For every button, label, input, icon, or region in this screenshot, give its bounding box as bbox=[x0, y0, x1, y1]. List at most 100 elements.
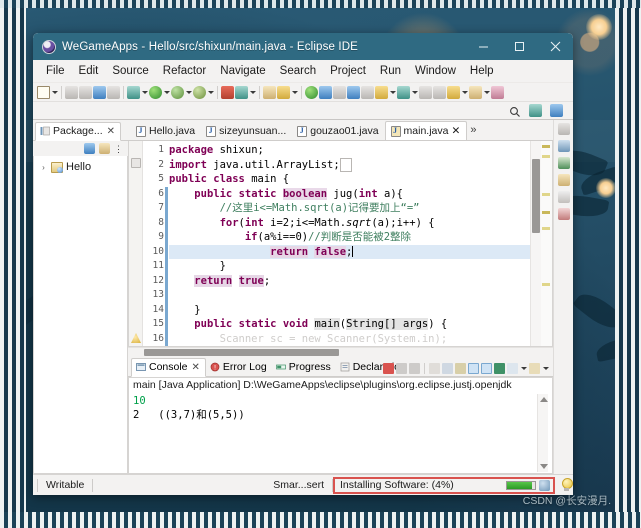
save-icon[interactable] bbox=[65, 85, 78, 99]
type-hierarchy-icon[interactable] bbox=[557, 191, 570, 203]
close-icon[interactable]: ✕ bbox=[452, 125, 461, 137]
outline-view-icon[interactable] bbox=[557, 140, 570, 152]
minimize-button[interactable] bbox=[465, 33, 501, 60]
new-package-icon[interactable] bbox=[235, 85, 248, 99]
scrollbar-thumb[interactable] bbox=[532, 159, 540, 233]
terminal-icon[interactable] bbox=[375, 85, 388, 99]
show-console-icon[interactable] bbox=[481, 363, 492, 374]
tab-progress[interactable]: Progress bbox=[272, 359, 336, 376]
toggle-mark-occurrences-icon[interactable] bbox=[333, 85, 346, 99]
tab-sizeyunsuan[interactable]: sizeyunsuan... bbox=[201, 122, 292, 140]
external-tools-dropdown-icon[interactable] bbox=[411, 86, 418, 99]
run-dropdown-icon[interactable] bbox=[163, 86, 170, 99]
menu-source[interactable]: Source bbox=[105, 62, 155, 80]
scroll-up-icon[interactable] bbox=[540, 397, 548, 402]
code-text-area[interactable]: package shixun; import java.util.ArrayLi… bbox=[169, 141, 530, 346]
terminate-icon[interactable] bbox=[383, 363, 394, 374]
history-dropdown-icon[interactable] bbox=[461, 86, 468, 99]
view-menu-icon[interactable]: ⋮ bbox=[114, 144, 123, 153]
display-selected-icon[interactable] bbox=[494, 363, 505, 374]
new-java-project-icon[interactable] bbox=[221, 85, 234, 99]
package-explorer-tree[interactable]: › Hello bbox=[33, 156, 128, 474]
menu-help[interactable]: Help bbox=[463, 62, 501, 80]
build-dropdown-icon[interactable] bbox=[141, 86, 148, 99]
coverage-icon[interactable] bbox=[193, 85, 206, 99]
scroll-lock-icon[interactable] bbox=[442, 363, 453, 374]
print-icon[interactable] bbox=[93, 85, 106, 99]
close-icon[interactable]: ✕ bbox=[107, 126, 115, 137]
remove-launch-icon[interactable] bbox=[396, 363, 407, 374]
pin-console-icon[interactable] bbox=[468, 363, 479, 374]
forward-icon[interactable] bbox=[433, 85, 446, 99]
terminal-dropdown-icon[interactable] bbox=[389, 86, 396, 99]
minimize-view-icon[interactable] bbox=[557, 123, 570, 135]
remove-all-icon[interactable] bbox=[409, 363, 420, 374]
scroll-down-icon[interactable] bbox=[540, 464, 548, 469]
bookmark-dropdown-icon[interactable] bbox=[483, 86, 490, 99]
clear-console-icon[interactable] bbox=[429, 363, 440, 374]
menu-navigate[interactable]: Navigate bbox=[213, 62, 272, 80]
last-edit-location-icon[interactable] bbox=[447, 85, 460, 99]
search-icon[interactable] bbox=[509, 105, 521, 117]
code-editor[interactable]: 1 2 5 6 7 8 9 10 11 12 13 14 15 16 packa… bbox=[128, 141, 553, 347]
back-icon[interactable] bbox=[419, 85, 432, 99]
collapse-all-icon[interactable] bbox=[84, 143, 95, 154]
build-icon[interactable] bbox=[127, 85, 140, 99]
console-view-menu-icon[interactable] bbox=[542, 362, 549, 375]
previous-annotation-icon[interactable] bbox=[319, 85, 332, 99]
next-annotation-icon[interactable] bbox=[305, 85, 318, 99]
new-wizard-icon[interactable] bbox=[37, 85, 50, 99]
lightbulb-icon[interactable] bbox=[560, 478, 573, 492]
editor-vertical-scrollbar[interactable] bbox=[530, 141, 541, 346]
skip-breakpoints-icon[interactable] bbox=[347, 85, 360, 99]
javadoc-view-icon[interactable] bbox=[557, 174, 570, 186]
maximize-button[interactable] bbox=[501, 33, 537, 60]
marker-ruler[interactable] bbox=[129, 141, 143, 346]
scrollbar-thumb[interactable] bbox=[144, 349, 339, 356]
coverage-dropdown-icon[interactable] bbox=[207, 86, 214, 99]
menu-project[interactable]: Project bbox=[323, 62, 373, 80]
console-output[interactable]: 10 2 ((3,7)和(5,5)) bbox=[128, 393, 553, 474]
open-perspective-icon[interactable] bbox=[529, 104, 542, 117]
search-icon[interactable] bbox=[107, 85, 120, 99]
java-perspective-icon[interactable] bbox=[550, 104, 563, 117]
console-vertical-scrollbar[interactable] bbox=[537, 394, 548, 472]
link-with-editor-icon[interactable] bbox=[99, 143, 110, 154]
new-class-dropdown-icon[interactable] bbox=[249, 86, 256, 99]
menu-search[interactable]: Search bbox=[273, 62, 323, 80]
chevron-right-icon[interactable]: › bbox=[39, 163, 48, 172]
save-all-icon[interactable] bbox=[79, 85, 92, 99]
tab-package-explorer[interactable]: Package... ✕ bbox=[35, 122, 122, 141]
window-titlebar[interactable]: WeGameApps - Hello/src/shixun/main.java … bbox=[33, 33, 573, 60]
problems-view-icon[interactable] bbox=[557, 208, 570, 220]
tab-hello-java[interactable]: Hello.java bbox=[131, 122, 201, 140]
menu-edit[interactable]: Edit bbox=[72, 62, 106, 80]
debug-dropdown-icon[interactable] bbox=[185, 86, 192, 99]
close-icon[interactable]: ✕ bbox=[192, 362, 200, 373]
menu-window[interactable]: Window bbox=[408, 62, 463, 80]
bookmark-icon[interactable] bbox=[469, 85, 482, 99]
open-console-dropdown-icon[interactable] bbox=[520, 362, 527, 375]
pin-editor-icon[interactable] bbox=[361, 85, 374, 99]
new-console-icon[interactable] bbox=[507, 363, 518, 374]
open-task-dropdown-icon[interactable] bbox=[291, 86, 298, 99]
tree-item-hello[interactable]: › Hello bbox=[37, 160, 127, 174]
overview-ruler[interactable] bbox=[541, 141, 552, 346]
external-tools-icon[interactable] bbox=[397, 85, 410, 99]
debug-icon[interactable] bbox=[171, 85, 184, 99]
tab-console[interactable]: Console ✕ bbox=[131, 358, 206, 377]
open-task-icon[interactable] bbox=[277, 85, 290, 99]
perspective-switch-icon[interactable] bbox=[491, 85, 504, 99]
run-icon[interactable] bbox=[149, 85, 162, 99]
open-type-icon[interactable] bbox=[263, 85, 276, 99]
console-menu-icon[interactable] bbox=[529, 363, 540, 374]
status-progress-region[interactable]: Installing Software: (4%) bbox=[333, 476, 555, 494]
word-wrap-icon[interactable] bbox=[455, 363, 466, 374]
cancel-operation-icon[interactable] bbox=[539, 479, 550, 491]
tab-error-log[interactable]: ! Error Log bbox=[206, 359, 272, 376]
menu-file[interactable]: File bbox=[39, 62, 72, 80]
editor-tab-overflow[interactable]: » bbox=[467, 122, 479, 138]
tab-main-java[interactable]: main.java ✕ bbox=[384, 121, 468, 140]
menu-run[interactable]: Run bbox=[373, 62, 408, 80]
tab-gouzao01-java[interactable]: gouzao01.java bbox=[292, 122, 384, 140]
